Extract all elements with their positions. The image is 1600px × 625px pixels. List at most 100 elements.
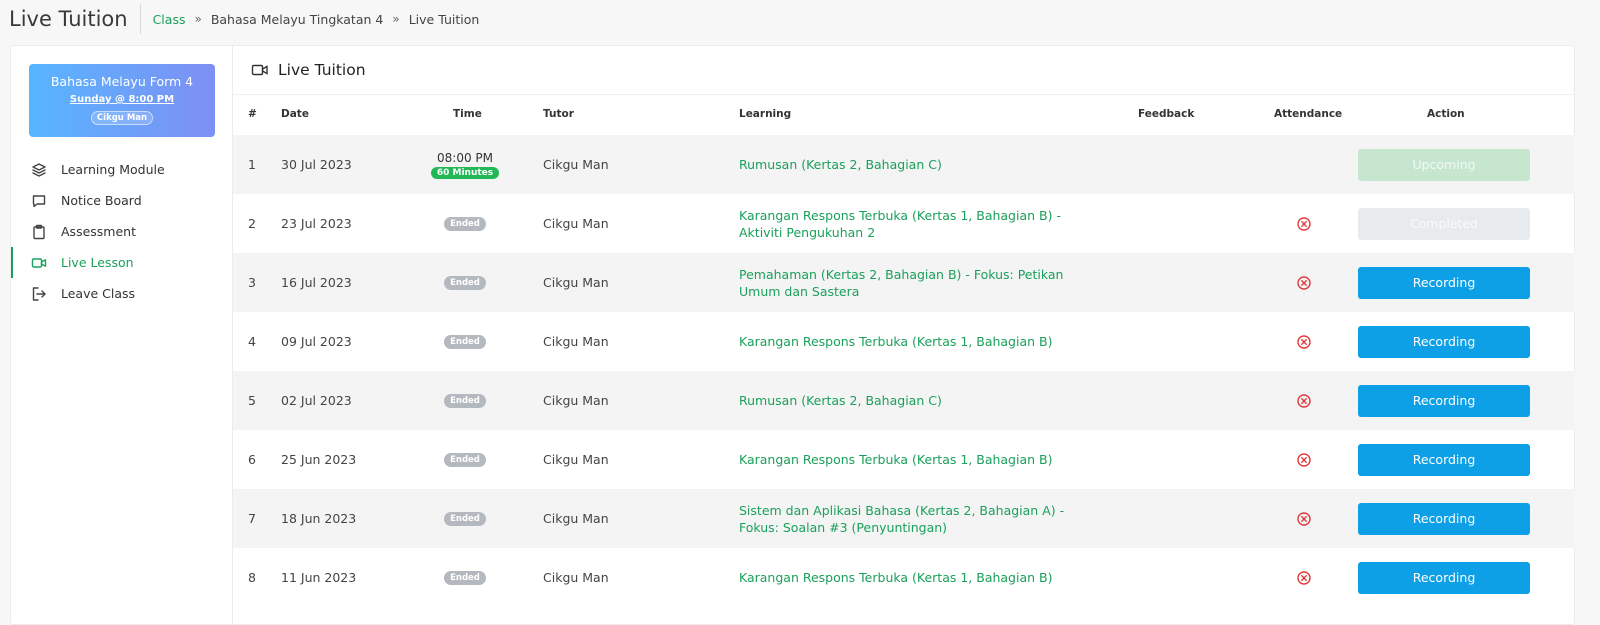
class-card: Bahasa Melayu Form 4 Sunday @ 8:00 PM Ci…	[29, 64, 215, 137]
row-time: Ended	[423, 489, 507, 548]
table-row: 3 16 Jul 2023 Ended Cikgu Man Pemahaman …	[233, 253, 1575, 312]
column-header-attendance: Attendance	[1274, 108, 1343, 120]
recording-button[interactable]: Recording	[1358, 384, 1530, 417]
breadcrumb-current: Live Tuition	[408, 11, 480, 27]
session-time: 08:00 PM	[437, 150, 493, 165]
row-action: Recording	[1358, 430, 1530, 489]
table-row: 8 11 Jun 2023 Ended Cikgu Man Karangan R…	[233, 548, 1575, 607]
row-time: Ended	[423, 194, 507, 253]
table-row: 5 02 Jul 2023 Ended Cikgu Man Rumusan (K…	[233, 371, 1575, 430]
row-date: 16 Jul 2023	[281, 275, 352, 290]
row-date: 18 Jun 2023	[281, 511, 357, 526]
table-row: 7 18 Jun 2023 Ended Cikgu Man Sistem dan…	[233, 489, 1575, 548]
ended-badge: Ended	[444, 570, 486, 585]
sidebar-item-learning-module[interactable]: Learning Module	[11, 154, 232, 185]
ended-badge: Ended	[444, 216, 486, 231]
column-header-learning: Learning	[739, 108, 792, 120]
learning-link[interactable]: Karangan Respons Terbuka (Kertas 1, Baha…	[739, 430, 1069, 489]
row-date: 30 Jul 2023	[281, 157, 352, 172]
upcoming-button[interactable]: Upcoming	[1358, 148, 1530, 181]
sidebar-item-live-lesson[interactable]: Live Lesson	[11, 247, 232, 278]
tutor-badge: Cikgu Man	[90, 111, 154, 125]
recording-button[interactable]: Recording	[1358, 325, 1530, 358]
learning-link[interactable]: Karangan Respons Terbuka (Kertas 1, Baha…	[739, 194, 1069, 253]
main-panel: Live Tuition # Date Time Tutor Learning …	[233, 46, 1575, 624]
content-card: Bahasa Melayu Form 4 Sunday @ 8:00 PM Ci…	[10, 45, 1575, 625]
sidebar-item-label: Assessment	[61, 224, 136, 239]
ended-badge: Ended	[444, 511, 486, 526]
row-date: 02 Jul 2023	[281, 393, 352, 408]
row-number: 3	[248, 275, 256, 290]
sidebar-item-notice-board[interactable]: Notice Board	[11, 185, 232, 216]
section-header: Live Tuition	[233, 46, 1575, 95]
row-action: Recording	[1358, 312, 1530, 371]
ended-badge: Ended	[444, 275, 486, 290]
recording-button[interactable]: Recording	[1358, 561, 1530, 594]
sidebar-item-assessment[interactable]: Assessment	[11, 216, 232, 247]
class-name: Bahasa Melayu Form 4	[50, 74, 194, 89]
row-action: Recording	[1358, 489, 1530, 548]
completed-button[interactable]: Completed	[1358, 207, 1530, 240]
page-title: Live Tuition	[0, 4, 141, 34]
row-tutor: Cikgu Man	[543, 334, 609, 349]
row-time: Ended	[423, 371, 507, 430]
row-action: Recording	[1358, 253, 1530, 312]
absent-icon	[1288, 253, 1320, 312]
row-tutor: Cikgu Man	[543, 157, 609, 172]
row-date: 25 Jun 2023	[281, 452, 357, 467]
layers-icon	[31, 162, 47, 178]
row-time: Ended	[423, 430, 507, 489]
learning-link[interactable]: Karangan Respons Terbuka (Kertas 1, Baha…	[739, 548, 1069, 607]
sidebar-item-label: Leave Class	[61, 286, 136, 301]
sidebar-item-leave-class[interactable]: Leave Class	[11, 278, 232, 309]
row-time: Ended	[423, 312, 507, 371]
learning-link[interactable]: Pemahaman (Kertas 2, Bahagian B) - Fokus…	[739, 253, 1069, 312]
row-action: Recording	[1358, 548, 1530, 607]
absent-icon	[1288, 312, 1320, 371]
sidebar: Bahasa Melayu Form 4 Sunday @ 8:00 PM Ci…	[11, 46, 233, 624]
learning-link[interactable]: Sistem dan Aplikasi Bahasa (Kertas 2, Ba…	[739, 489, 1069, 548]
row-date: 23 Jul 2023	[281, 216, 352, 231]
class-schedule-link[interactable]: Sunday @ 8:00 PM	[29, 94, 215, 105]
table-row: 1 30 Jul 2023 08:00 PM 60 Minutes Cikgu …	[233, 135, 1575, 194]
table-row: 4 09 Jul 2023 Ended Cikgu Man Karangan R…	[233, 312, 1575, 371]
row-tutor: Cikgu Man	[543, 216, 609, 231]
row-number: 4	[248, 334, 256, 349]
breadcrumb-class-name: Bahasa Melayu Tingkatan 4	[210, 11, 384, 27]
column-header-feedback: Feedback	[1138, 108, 1195, 120]
absent-icon	[1288, 371, 1320, 430]
row-time: Ended	[423, 253, 507, 312]
recording-button[interactable]: Recording	[1358, 266, 1530, 299]
learning-link[interactable]: Rumusan (Kertas 2, Bahagian C)	[739, 371, 1069, 430]
sidebar-menu: Learning Module Notice Board Assessment …	[11, 154, 232, 309]
column-header-number: #	[248, 108, 257, 120]
row-number: 7	[248, 511, 256, 526]
row-tutor: Cikgu Man	[543, 570, 609, 585]
row-time: Ended	[423, 548, 507, 607]
recording-button[interactable]: Recording	[1358, 443, 1530, 476]
ended-badge: Ended	[444, 452, 486, 467]
row-number: 2	[248, 216, 256, 231]
video-icon	[31, 255, 47, 271]
recording-button[interactable]: Recording	[1358, 502, 1530, 535]
sidebar-item-label: Learning Module	[61, 162, 165, 177]
duration-badge: 60 Minutes	[430, 166, 500, 179]
clipboard-icon	[31, 224, 47, 240]
row-tutor: Cikgu Man	[543, 452, 609, 467]
ended-badge: Ended	[444, 334, 486, 349]
ended-badge: Ended	[444, 393, 486, 408]
row-number: 8	[248, 570, 256, 585]
absent-icon	[1288, 548, 1320, 607]
breadcrumb-separator: »	[194, 12, 202, 26]
column-header-tutor: Tutor	[543, 108, 574, 120]
row-action: Completed	[1358, 194, 1530, 253]
learning-link[interactable]: Rumusan (Kertas 2, Bahagian C)	[739, 135, 1069, 194]
table-row: 2 23 Jul 2023 Ended Cikgu Man Karangan R…	[233, 194, 1575, 253]
learning-link[interactable]: Karangan Respons Terbuka (Kertas 1, Baha…	[739, 312, 1069, 371]
row-action: Upcoming	[1358, 135, 1530, 194]
row-tutor: Cikgu Man	[543, 511, 609, 526]
column-header-time: Time	[453, 108, 482, 120]
sidebar-item-label: Notice Board	[61, 193, 142, 208]
row-time: 08:00 PM 60 Minutes	[423, 135, 507, 194]
breadcrumb-class-link[interactable]: Class	[153, 12, 186, 27]
